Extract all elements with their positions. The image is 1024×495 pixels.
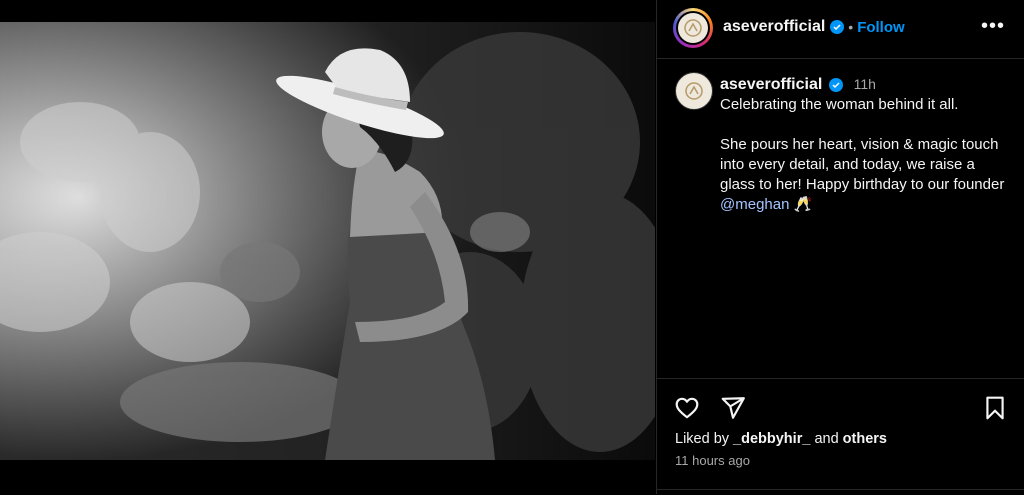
heart-icon[interactable] xyxy=(674,395,700,426)
likes-summary: Liked by _debbyhir_ and others xyxy=(675,431,887,447)
post-sidebar: aseverofficial • Follow ••• aseveroffici… xyxy=(656,0,1024,494)
champagne-emoji: 🥂 xyxy=(793,196,813,213)
caption-body: She pours her heart, vision & magic touc… xyxy=(720,136,1005,213)
brand-logo-icon xyxy=(685,82,703,100)
account-username[interactable]: aseverofficial xyxy=(723,18,825,36)
caption-line-1: Celebrating the woman behind it all. xyxy=(720,96,959,113)
brand-logo-icon xyxy=(678,13,708,43)
verified-badge-icon xyxy=(829,78,844,93)
account-avatar[interactable] xyxy=(673,8,713,48)
share-icon[interactable] xyxy=(720,395,746,426)
post-timestamp[interactable]: 11 hours ago xyxy=(675,453,750,468)
mention-link[interactable]: @meghan xyxy=(720,196,789,213)
post-image[interactable] xyxy=(0,22,655,460)
bookmark-icon[interactable] xyxy=(983,395,1007,426)
divider xyxy=(657,489,1024,490)
caption-avatar[interactable] xyxy=(675,72,713,110)
verified-badge-icon xyxy=(830,20,845,34)
liked-by-user[interactable]: _debbyhir_ xyxy=(733,431,810,447)
post-header: aseverofficial • Follow ••• xyxy=(657,0,1024,59)
garden-portrait-photo xyxy=(0,22,655,460)
post-actions: Liked by _debbyhir_ and others 11 hours … xyxy=(657,378,1024,495)
liked-by-others[interactable]: others xyxy=(843,431,887,447)
caption-username[interactable]: aseverofficial xyxy=(720,76,822,93)
separator-dot: • xyxy=(848,19,854,35)
follow-button[interactable]: Follow xyxy=(857,19,905,36)
caption: aseverofficial 11h Celebrating the woman… xyxy=(720,74,1010,215)
post-time-short[interactable]: 11h xyxy=(854,76,876,92)
more-options-icon[interactable]: ••• xyxy=(981,16,1005,36)
